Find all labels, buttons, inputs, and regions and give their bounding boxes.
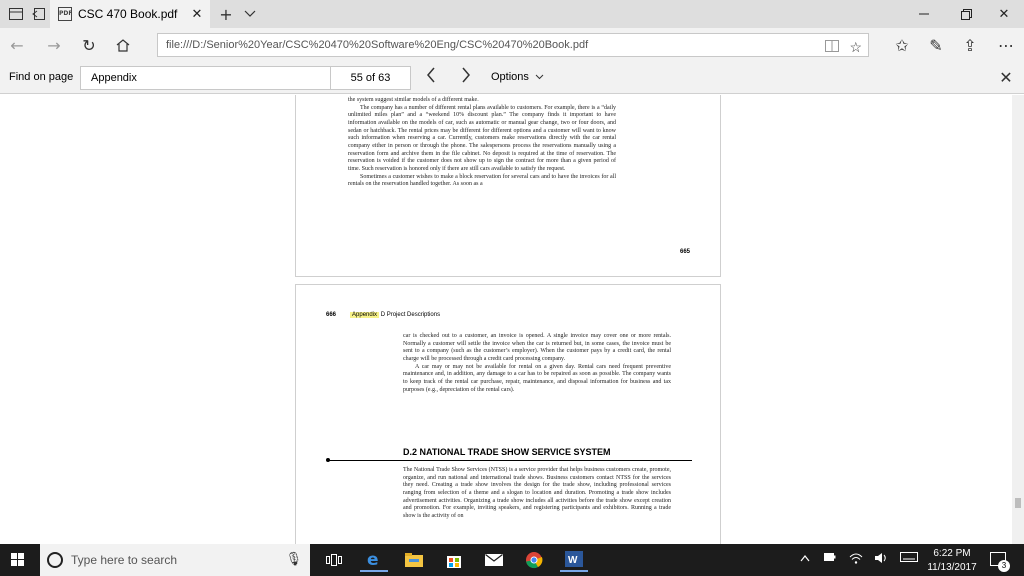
page-number: 666 <box>326 312 337 318</box>
keyboard-icon[interactable] <box>900 552 918 565</box>
close-find-icon[interactable]: ✕ <box>996 68 1016 88</box>
home-icon[interactable] <box>111 34 135 56</box>
section-rule <box>327 460 692 461</box>
wifi-icon[interactable] <box>848 552 864 567</box>
search-highlight: Appendix <box>350 312 380 318</box>
chrome-icon[interactable] <box>520 548 548 572</box>
running-head: 666 Appendix D Project Descriptions <box>326 312 440 318</box>
pdf-viewer[interactable]: the system suggest similar models of a d… <box>0 95 1024 544</box>
url-text: file:///D:/Senior%20Year/CSC%20470%20Sof… <box>166 39 589 51</box>
pdf-page-665: the system suggest similar models of a d… <box>295 95 721 277</box>
scrollbar-thumb[interactable] <box>1015 498 1021 508</box>
tab-bar: PDF CSC 470 Book.pdf ✕ + ✕ <box>0 0 1024 28</box>
find-next-icon[interactable] <box>456 67 476 89</box>
set-aside-tabs-icon[interactable] <box>30 6 46 22</box>
paragraph: The company has a number of different re… <box>348 104 616 172</box>
svg-text:W: W <box>568 555 578 566</box>
find-label: Find on page <box>9 71 74 83</box>
section-body: The National Trade Show Services (NTSS) … <box>403 467 671 521</box>
pdf-page-666: 666 Appendix D Project Descriptions car i… <box>295 284 721 544</box>
find-previous-icon[interactable] <box>421 67 441 89</box>
clock-time: 6:22 PM <box>933 548 971 559</box>
web-note-pen-icon[interactable]: ✎ <box>924 34 948 56</box>
paragraph: car is checked out to a customer, an inv… <box>403 333 671 362</box>
reading-view-icon[interactable] <box>825 36 840 56</box>
clock-date: 11/13/2017 <box>927 562 977 573</box>
more-menu-icon[interactable]: ⋯ <box>994 34 1018 56</box>
tab-manager-icon[interactable] <box>8 6 24 22</box>
paragraph: The National Trade Show Services (NTSS) … <box>403 467 671 519</box>
close-tab-icon[interactable]: ✕ <box>188 7 206 22</box>
svg-text:e: e <box>367 550 379 568</box>
cortana-icon <box>47 552 63 568</box>
paragraph: Sometimes a customer wishes to make a bl… <box>348 173 616 188</box>
address-bar: ← → ↻ file:///D:/Senior%20Year/CSC%20470… <box>0 28 1024 62</box>
taskbar-search[interactable]: Type here to search 🎙 <box>40 544 310 576</box>
share-icon[interactable]: ⇪ <box>958 34 982 56</box>
search-placeholder: Type here to search <box>71 553 178 567</box>
section-heading: D.2 NATIONAL TRADE SHOW SERVICE SYSTEM <box>403 447 611 457</box>
minimize-button[interactable] <box>904 0 944 28</box>
system-clock[interactable]: 6:22 PM 11/13/2017 <box>921 547 983 575</box>
refresh-icon[interactable]: ↻ <box>77 34 101 56</box>
microphone-icon[interactable]: 🎙 <box>285 552 302 567</box>
find-input[interactable]: Appendix <box>80 66 331 90</box>
edge-browser-icon[interactable]: e <box>360 548 388 572</box>
find-options-button[interactable]: Options <box>491 71 544 83</box>
close-window-button[interactable]: ✕ <box>984 0 1024 28</box>
page-number: 665 <box>680 249 691 255</box>
new-tab-icon[interactable]: + <box>218 5 234 24</box>
file-explorer-icon[interactable] <box>400 548 428 572</box>
back-arrow-icon[interactable]: ← <box>5 34 29 56</box>
task-view-icon[interactable] <box>320 548 348 572</box>
tab-title: CSC 470 Book.pdf <box>78 7 178 21</box>
pdf-file-icon: PDF <box>58 7 72 21</box>
find-match-count: 55 of 63 <box>331 66 411 90</box>
chevron-down-icon <box>535 74 544 80</box>
restore-button[interactable] <box>946 0 986 28</box>
active-tab[interactable]: PDF CSC 470 Book.pdf ✕ <box>50 0 210 28</box>
favorite-star-icon[interactable]: ☆ <box>849 36 862 56</box>
word-icon[interactable]: W <box>560 548 588 572</box>
favorites-hub-icon[interactable]: ✩ <box>890 34 914 56</box>
volume-icon[interactable] <box>873 552 889 567</box>
find-options-label: Options <box>491 71 529 83</box>
page-666-body: car is checked out to a customer, an inv… <box>403 333 671 394</box>
chevron-down-icon[interactable] <box>242 6 258 22</box>
notification-count-badge: 3 <box>998 560 1010 572</box>
paragraph: the system suggest similar models of a d… <box>348 97 479 103</box>
forward-arrow-icon[interactable]: → <box>42 34 66 56</box>
vertical-scrollbar[interactable] <box>1012 95 1024 544</box>
page-665-body: the system suggest similar models of a d… <box>348 97 616 189</box>
taskbar: Type here to search 🎙 e W 6:22 PM 11/13/… <box>0 544 1024 576</box>
store-icon[interactable] <box>440 548 468 572</box>
url-field[interactable]: file:///D:/Senior%20Year/CSC%20470%20Sof… <box>157 33 869 57</box>
running-head-title: D Project Descriptions <box>379 312 441 318</box>
chevron-up-icon[interactable] <box>797 552 813 565</box>
battery-icon[interactable] <box>822 552 838 565</box>
windows-start-icon[interactable] <box>11 553 25 567</box>
paragraph: A car may or may not be available for re… <box>403 363 671 393</box>
mail-icon[interactable] <box>480 548 508 572</box>
find-bar: Find on page Appendix 55 of 63 Options ✕ <box>0 62 1024 94</box>
